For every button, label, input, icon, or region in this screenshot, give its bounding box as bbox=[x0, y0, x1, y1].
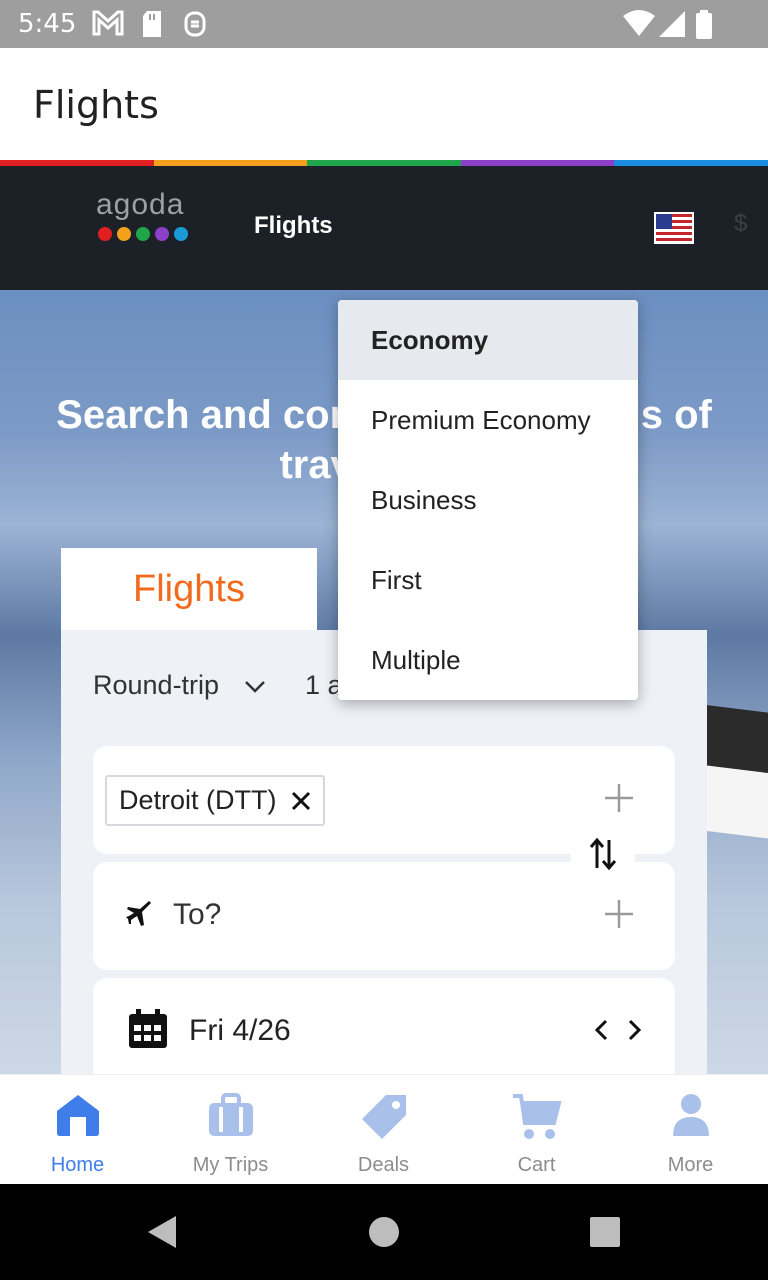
add-destination-icon[interactable] bbox=[603, 898, 635, 930]
tab-flights[interactable]: Flights bbox=[61, 548, 317, 630]
gmail-icon bbox=[92, 10, 124, 36]
chevron-down-icon[interactable] bbox=[243, 678, 267, 694]
battery-icon bbox=[696, 10, 712, 39]
nav-item-more[interactable]: More bbox=[614, 1075, 767, 1185]
status-bar: 5:45 bbox=[0, 0, 768, 48]
swap-button[interactable] bbox=[571, 820, 635, 888]
origin-chip-label: Detroit (DTT) bbox=[119, 785, 277, 815]
briefcase-icon bbox=[208, 1093, 253, 1136]
recents-icon[interactable] bbox=[588, 1214, 620, 1250]
system-nav-bar bbox=[0, 1184, 768, 1280]
nav-item-cart[interactable]: Cart bbox=[460, 1075, 613, 1185]
date-field[interactable]: Fri 4/26 bbox=[93, 978, 675, 1074]
nav-label-my-trips: My Trips bbox=[192, 1154, 269, 1176]
plane-icon bbox=[126, 901, 151, 926]
cabin-option-premium-economy[interactable]: Premium Economy bbox=[338, 380, 638, 460]
site-header: agoda Flights $ bbox=[0, 166, 768, 290]
agoda-logo-dots bbox=[98, 227, 188, 241]
hero-image-detail bbox=[696, 704, 768, 776]
cabin-option-economy[interactable]: Economy bbox=[338, 300, 638, 380]
agoda-logo[interactable]: agoda bbox=[96, 188, 184, 222]
back-icon[interactable] bbox=[146, 1214, 178, 1250]
nav-label-more: More bbox=[667, 1154, 714, 1176]
tab-flights-label: Flights bbox=[133, 568, 245, 610]
tag-icon bbox=[361, 1095, 406, 1139]
home-icon bbox=[56, 1095, 99, 1136]
home-button-icon[interactable] bbox=[368, 1214, 400, 1250]
currency-selector[interactable]: $ bbox=[734, 210, 747, 238]
nav-item-home[interactable]: Home bbox=[1, 1075, 154, 1185]
app-bar: Flights bbox=[0, 48, 768, 160]
vpn-icon bbox=[184, 11, 206, 37]
page-title: Flights bbox=[33, 83, 159, 127]
header-nav-flights[interactable]: Flights bbox=[254, 212, 333, 240]
chevron-left-icon[interactable] bbox=[593, 1018, 609, 1042]
cabin-option-business[interactable]: Business bbox=[338, 460, 638, 540]
nav-item-my-trips[interactable]: My Trips bbox=[154, 1075, 307, 1185]
add-origin-icon[interactable] bbox=[603, 782, 635, 814]
bottom-nav: Home My Trips Deals Cart More bbox=[0, 1074, 768, 1184]
nav-label-deals: Deals bbox=[357, 1154, 410, 1176]
cabin-option-first[interactable]: First bbox=[338, 540, 638, 620]
chevron-right-icon[interactable] bbox=[627, 1018, 643, 1042]
origin-chip: Detroit (DTT) bbox=[105, 775, 325, 826]
destination-placeholder: To? bbox=[173, 898, 222, 931]
calendar-icon bbox=[129, 1009, 167, 1048]
person-icon bbox=[672, 1094, 709, 1136]
cabin-class-dropdown: Economy Premium Economy Business First M… bbox=[338, 300, 638, 700]
wifi-icon bbox=[623, 10, 655, 36]
signal-icon bbox=[659, 11, 685, 37]
us-flag-icon[interactable] bbox=[654, 212, 694, 244]
sd-card-icon bbox=[143, 11, 161, 37]
cabin-option-multiple[interactable]: Multiple bbox=[338, 620, 638, 700]
nav-item-deals[interactable]: Deals bbox=[307, 1075, 460, 1185]
nav-label-cart: Cart bbox=[517, 1154, 556, 1176]
nav-label-home: Home bbox=[50, 1154, 105, 1176]
remove-chip-icon[interactable] bbox=[289, 789, 313, 813]
trip-type-select[interactable]: Round-trip bbox=[93, 670, 219, 701]
departure-date: Fri 4/26 bbox=[189, 1014, 291, 1047]
status-time: 5:45 bbox=[18, 9, 77, 39]
swap-icon bbox=[589, 837, 617, 871]
cart-icon bbox=[512, 1094, 562, 1139]
